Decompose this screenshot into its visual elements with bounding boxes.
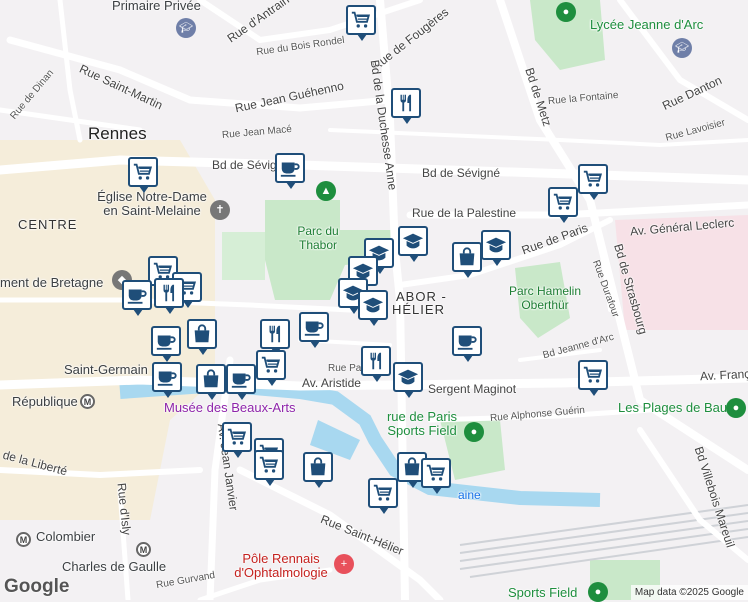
place-label-charles-de-gaulle: Charles de Gaulle <box>62 559 167 574</box>
place-label-musee: Musée des Beaux-Arts <box>164 400 296 415</box>
shopping-cart-icon <box>552 191 574 213</box>
shopping-cart-marker[interactable] <box>548 187 578 223</box>
shopping-cart-marker[interactable] <box>254 450 284 486</box>
place-label-parc-thabor: Parc du Thabor <box>297 224 339 252</box>
street-label: Sergent Maginot <box>428 382 517 396</box>
shopping-bag-marker[interactable] <box>196 364 226 400</box>
shopping-cart-icon <box>425 462 447 484</box>
google-logo: Google <box>4 576 70 597</box>
park-pin-icon[interactable]: ● <box>588 582 608 602</box>
shopping-bag-icon <box>191 323 213 345</box>
cafe-marker[interactable] <box>275 153 305 189</box>
shopping-cart-icon <box>132 161 154 183</box>
street-label: aine <box>458 488 481 502</box>
shopping-cart-marker[interactable] <box>128 157 158 193</box>
street-label: Bd de Sévigné <box>422 166 501 180</box>
school-icon[interactable]: 🎓︎ <box>672 38 692 58</box>
park-area-west <box>222 232 265 280</box>
shopping-cart-icon <box>260 354 282 376</box>
coffee-cup-icon <box>230 368 252 390</box>
place-label-saint-germain: Saint-Germain <box>64 362 148 377</box>
metro-icon[interactable]: M <box>136 542 151 557</box>
city-label: Rennes <box>88 124 147 143</box>
shopping-cart-marker[interactable] <box>346 5 376 41</box>
cafe-marker[interactable] <box>452 326 482 362</box>
coffee-cup-icon <box>303 316 325 338</box>
shopping-cart-icon <box>350 9 372 31</box>
tree-icon[interactable]: ▲ <box>316 181 336 201</box>
place-label-sports-field: rue de Paris Sports Field <box>386 409 458 438</box>
map-attribution[interactable]: Map data ©2025 Google <box>630 585 748 600</box>
place-label-colombier: Colombier <box>36 529 96 544</box>
district-label: HÉLIER <box>392 302 445 317</box>
church-icon[interactable]: ✝ <box>210 200 230 220</box>
coffee-cup-icon <box>156 366 178 388</box>
place-label-republique: République <box>12 394 78 409</box>
restaurant-marker[interactable] <box>391 88 421 124</box>
coffee-cup-icon <box>279 157 301 179</box>
shopping-cart-marker[interactable] <box>578 360 608 396</box>
fork-knife-icon <box>365 350 387 372</box>
fork-knife-icon <box>395 92 417 114</box>
street-label: Rue de la Palestine <box>412 206 517 220</box>
cafe-marker[interactable] <box>299 312 329 348</box>
coffee-cup-icon <box>155 330 177 352</box>
cafe-marker[interactable] <box>151 326 181 362</box>
shopping-cart-icon <box>582 168 604 190</box>
shopping-cart-icon <box>582 364 604 386</box>
restaurant-marker[interactable] <box>260 319 290 355</box>
sports-icon[interactable]: ● <box>464 422 484 442</box>
graduation-cap-icon <box>362 294 384 316</box>
shopping-cart-marker[interactable] <box>578 164 608 200</box>
shopping-bag-marker[interactable] <box>452 242 482 278</box>
place-label-sports-field-south: Sports Field <box>508 585 578 600</box>
graduation-cap-icon <box>397 366 419 388</box>
coffee-cup-icon <box>126 284 148 306</box>
cafe-marker[interactable] <box>226 364 256 400</box>
place-label-parlement: ment de Bretagne <box>0 275 104 290</box>
education-marker[interactable] <box>393 362 423 398</box>
place-label-primaire: Primaire Privée <box>112 0 201 13</box>
coffee-cup-icon <box>456 330 478 352</box>
shopping-cart-icon <box>372 482 394 504</box>
shopping-cart-icon <box>226 426 248 448</box>
shopping-bag-marker[interactable] <box>303 452 333 488</box>
cafe-marker[interactable] <box>152 362 182 398</box>
shopping-bag-marker[interactable] <box>187 319 217 355</box>
district-label: CENTRE <box>18 217 78 232</box>
education-marker[interactable] <box>398 226 428 262</box>
place-label-plages-baud: Les Plages de Baud <box>618 400 735 415</box>
graduation-cap-icon <box>402 230 424 252</box>
education-marker[interactable] <box>481 230 511 266</box>
metro-icon[interactable]: M <box>80 394 95 409</box>
restaurant-marker[interactable] <box>361 346 391 382</box>
education-marker[interactable] <box>358 290 388 326</box>
shopping-bag-icon <box>456 246 478 268</box>
park-pin-icon[interactable]: ● <box>556 2 576 22</box>
shopping-cart-marker[interactable] <box>368 478 398 514</box>
fork-knife-icon <box>158 282 180 304</box>
park-pin-icon[interactable]: ● <box>726 398 746 418</box>
shopping-bag-icon <box>307 456 329 478</box>
shopping-bag-icon <box>401 456 423 478</box>
shopping-bag-icon <box>200 368 222 390</box>
graduation-cap-icon <box>485 234 507 256</box>
street-label: Rue Pa <box>328 363 362 374</box>
shopping-cart-icon <box>258 454 280 476</box>
street-label: Av. Franç <box>699 366 748 384</box>
cafe-marker[interactable] <box>122 280 152 316</box>
hospital-icon[interactable]: + <box>334 554 354 574</box>
shopping-cart-marker[interactable] <box>256 350 286 386</box>
school-icon[interactable]: 🎓︎ <box>176 18 196 38</box>
fork-knife-icon <box>264 323 286 345</box>
shopping-cart-marker[interactable] <box>222 422 252 458</box>
shopping-cart-marker[interactable] <box>421 458 451 494</box>
place-label-eglise: Église Notre-Dame en Saint-Melaine <box>97 189 207 218</box>
place-label-lycee: Lycée Jeanne d'Arc <box>590 17 704 32</box>
place-label-pole: Pôle Rennais d'Ophtalmologie <box>234 551 328 580</box>
metro-icon[interactable]: M <box>16 532 31 547</box>
place-label-parc-hamelin: Parc Hamelin Oberthür <box>508 284 582 312</box>
restaurant-marker[interactable] <box>154 278 184 314</box>
street-label: Av. Aristide <box>302 376 361 390</box>
